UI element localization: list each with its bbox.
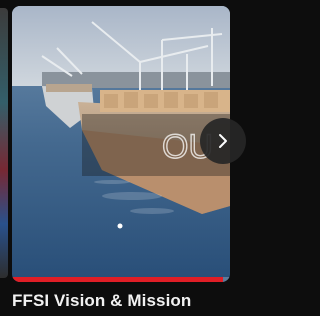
chevron-right-icon (219, 134, 227, 148)
thumbnail-image: OU (12, 6, 230, 282)
video-title[interactable]: FFSI Vision & Mission (12, 291, 191, 311)
next-button[interactable] (200, 118, 246, 164)
watch-progress-bar (12, 277, 230, 282)
previous-thumbnail-edge[interactable] (0, 8, 8, 278)
watch-progress-fill (12, 277, 224, 282)
video-thumbnail[interactable]: OU (12, 6, 230, 282)
